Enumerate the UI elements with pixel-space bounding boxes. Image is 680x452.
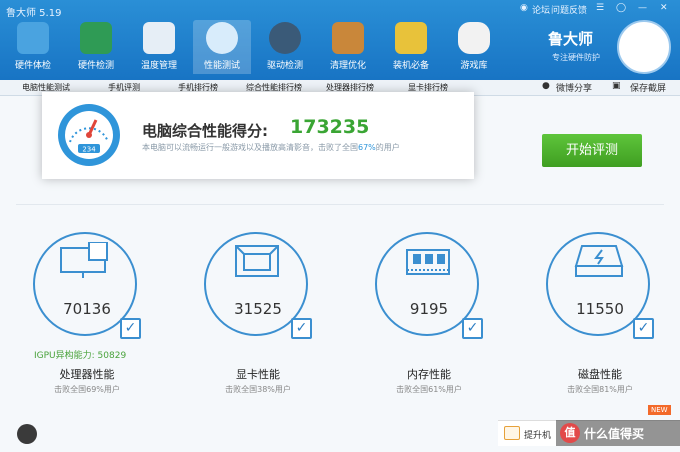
disk-score: 11550 <box>576 300 624 318</box>
avatar[interactable] <box>617 20 671 74</box>
nav-label: 驱动检测 <box>266 61 303 71</box>
feedback-link[interactable]: 问题反馈 <box>551 3 587 16</box>
disk-label: 磁盘性能 <box>578 368 622 381</box>
nav-label: 硬件体检 <box>14 61 51 71</box>
minimize-icon[interactable]: — <box>638 3 647 13</box>
section-divider <box>16 204 664 205</box>
upgrade-label: 提升机 <box>524 431 552 441</box>
watermark-text: 什么值得买 <box>584 427 645 441</box>
close-icon[interactable]: ✕ <box>660 3 668 13</box>
nav-essentials[interactable]: 装机必备 <box>382 20 440 74</box>
desc-suffix: 的用户 <box>375 143 400 152</box>
brand-name: 鲁大师 <box>548 30 594 48</box>
graphics-card-icon <box>235 245 279 277</box>
nav-performance-test[interactable]: 性能测试 <box>193 20 251 74</box>
nav-label: 游戏库 <box>460 61 488 71</box>
score-popup: 234 电脑综合性能得分: 173235 本电脑可以流畅运行一般游戏以及播放高清… <box>42 92 474 179</box>
nav-label: 性能测试 <box>203 61 240 71</box>
brand-slogan: 专注硬件防护 <box>552 53 600 62</box>
forum-link[interactable]: 论坛 <box>532 3 550 16</box>
weibo-share-button[interactable]: 微博分享 <box>556 81 592 94</box>
title-bar: 鲁大师 5.19 ◉ 论坛 问题反馈 ☰ ◯ — ✕ 硬件体检 硬件检测 温度管… <box>0 0 680 80</box>
checkbox-icon: ✓ <box>291 318 312 339</box>
package-box-icon <box>395 22 427 54</box>
menu-icon[interactable]: ☰ <box>596 3 604 13</box>
nav-temperature[interactable]: 温度管理 <box>130 20 188 74</box>
speedometer-icon: 234 <box>58 104 120 166</box>
score-description: 本电脑可以流畅运行一般游戏以及播放高清影音，击败了全国67%的用户 <box>142 142 400 153</box>
nav-label: 硬件检测 <box>77 61 114 71</box>
watermark: 值 什么值得买 <box>556 420 680 446</box>
weibo-icon[interactable]: ● <box>542 81 550 91</box>
app-title: 鲁大师 5.19 <box>6 8 62 19</box>
thermometer-icon <box>143 22 175 54</box>
cpu-monitor-icon <box>60 242 108 278</box>
speedometer-icon <box>206 22 238 54</box>
cpu-label: 处理器性能 <box>59 368 115 381</box>
cpu-score: 70136 <box>63 300 111 318</box>
gpu-rank-text: 击败全国38%用户 <box>225 385 291 394</box>
checkbox-icon: ✓ <box>462 318 483 339</box>
corner-logo-icon[interactable] <box>17 424 37 444</box>
app-window: 鲁大师 5.19 ◉ 论坛 问题反馈 ☰ ◯ — ✕ 硬件体检 硬件检测 温度管… <box>0 0 680 452</box>
nav-label: 温度管理 <box>140 61 177 71</box>
score-label: 电脑综合性能得分: <box>142 122 268 140</box>
broom-icon <box>332 22 364 54</box>
memory-label: 内存性能 <box>407 368 451 381</box>
igpu-score: IGPU异构能力: 50829 <box>34 351 127 361</box>
monitor-icon <box>17 22 49 54</box>
nav-cleanup[interactable]: 清理优化 <box>319 20 377 74</box>
nav-hardware-checkup[interactable]: 硬件体检 <box>4 20 62 74</box>
upgrade-icon <box>504 426 520 440</box>
checkbox-icon: ✓ <box>633 318 654 339</box>
gauge-readout: 234 <box>82 146 96 154</box>
hard-disk-icon <box>574 245 624 277</box>
checkbox-icon: ✓ <box>120 318 141 339</box>
watermark-logo-icon: 值 <box>560 423 580 443</box>
save-screenshot-button[interactable]: 保存截屏 <box>630 81 666 94</box>
memory-score: 9195 <box>409 300 449 318</box>
medal-icon[interactable]: ◉ <box>520 3 528 13</box>
gear-shield-icon <box>269 22 301 54</box>
nav-label: 装机必备 <box>392 61 429 71</box>
nav-driver-detect[interactable]: 驱动检测 <box>256 20 314 74</box>
start-test-button[interactable]: 开始评测 <box>542 134 642 167</box>
nav-hardware-detect[interactable]: 硬件检测 <box>67 20 125 74</box>
nav-label: 清理优化 <box>329 61 366 71</box>
gamepad-icon <box>458 22 490 54</box>
circuit-board-icon <box>80 22 112 54</box>
skin-icon[interactable]: ◯ <box>616 3 626 13</box>
nav-game-library[interactable]: 游戏库 <box>445 20 503 74</box>
camera-icon[interactable]: ▣ <box>612 81 621 91</box>
gpu-score: 31525 <box>234 300 282 318</box>
new-badge: NEW <box>648 405 671 415</box>
memory-chip-icon <box>406 249 450 275</box>
disk-rank-text: 击败全国81%用户 <box>567 385 633 394</box>
score-value: 173235 <box>290 116 370 138</box>
gpu-label: 显卡性能 <box>236 368 280 381</box>
desc-text: 本电脑可以流畅运行一般游戏以及播放高清影音，击败了全国 <box>142 143 358 152</box>
desc-percent: 67% <box>358 143 376 152</box>
memory-rank-text: 击败全国61%用户 <box>396 385 462 394</box>
cpu-rank-text: 击败全国69%用户 <box>54 385 120 394</box>
